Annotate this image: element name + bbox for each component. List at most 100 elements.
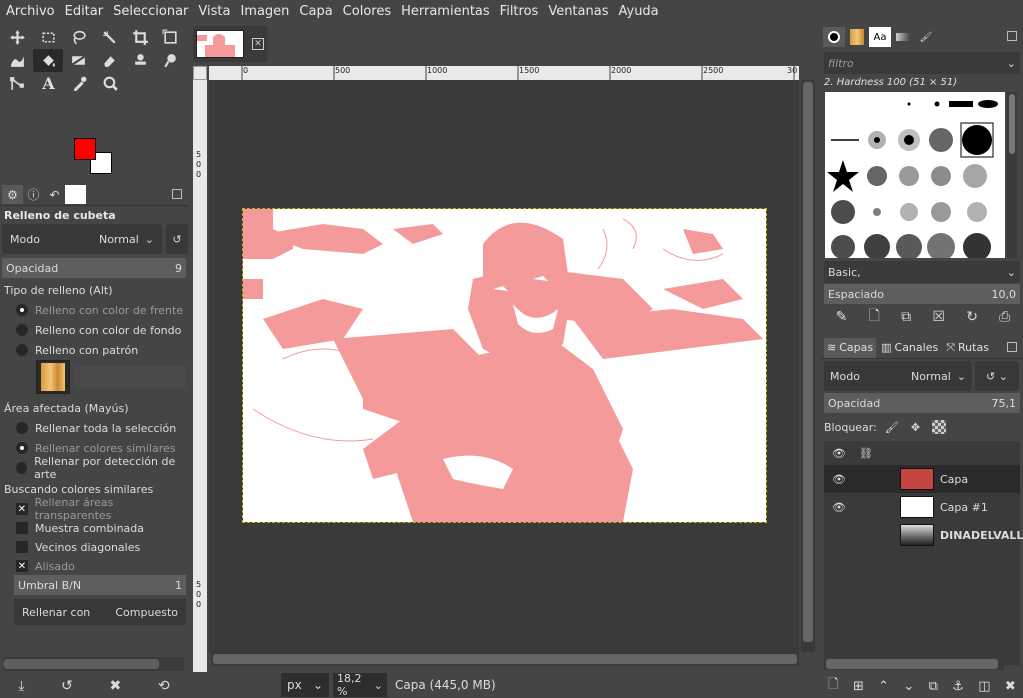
text-tool-icon[interactable]: A: [33, 72, 64, 95]
mode-dropdown[interactable]: Modo Normal ⌄: [2, 224, 162, 254]
smudge-icon[interactable]: [155, 49, 186, 72]
eye-icon[interactable]: 👁: [824, 501, 854, 514]
menu-archivo[interactable]: Archivo: [6, 4, 55, 19]
layer-row[interactable]: 👁 Capa #1: [824, 493, 1020, 521]
tab-layers[interactable]: ≋ Capas: [824, 337, 877, 358]
area-line-art-radio[interactable]: Rellenar por detección de arte: [16, 455, 188, 481]
edit-brush-icon[interactable]: ✎: [836, 309, 848, 325]
menu-editar[interactable]: Editar: [65, 4, 104, 19]
restore-options-icon[interactable]: ↺: [61, 678, 73, 694]
duplicate-brush-icon[interactable]: ⧉: [901, 309, 911, 325]
gradient-icon[interactable]: [63, 49, 94, 72]
opacity-slider[interactable]: Opacidad 9: [2, 258, 186, 278]
eraser-icon[interactable]: [94, 49, 125, 72]
patterns-tab-icon[interactable]: [846, 27, 868, 47]
layer-row[interactable]: DINADELVALLE.j: [824, 521, 1023, 549]
open-as-image-icon[interactable]: ⎙: [999, 309, 1010, 325]
undo-history-tab-icon[interactable]: ↶: [44, 185, 65, 204]
device-status-tab-icon[interactable]: ⓘ: [23, 185, 44, 204]
fill-with-dropdown[interactable]: Rellenar con Compuesto: [14, 599, 186, 625]
left-scrollbar[interactable]: [4, 657, 184, 671]
lock-pixels-icon[interactable]: 🖌: [885, 421, 899, 434]
reset-mode-icon[interactable]: ↺: [166, 224, 188, 254]
image-canvas[interactable]: [242, 208, 767, 523]
foreground-color[interactable]: [74, 138, 96, 160]
menu-filtros[interactable]: Filtros: [500, 4, 539, 19]
menu-colores[interactable]: Colores: [343, 4, 391, 19]
tab-channels[interactable]: ▥ Canales: [878, 338, 941, 358]
new-layer-icon[interactable]: 🗋: [828, 675, 838, 697]
zoom-dropdown[interactable]: 18,2 % ⌄: [333, 672, 387, 698]
horizontal-scrollbar[interactable]: [211, 652, 799, 666]
close-icon[interactable]: ✕: [252, 38, 264, 50]
menu-seleccionar[interactable]: Seleccionar: [113, 4, 188, 19]
tool-options-tab-icon[interactable]: ⚙: [2, 185, 23, 204]
dock-menu-icon[interactable]: [172, 189, 182, 199]
spacing-slider[interactable]: Espaciado 10,0: [824, 284, 1020, 304]
scroll-thumb[interactable]: [4, 659, 159, 669]
layers-scrollbar[interactable]: [824, 658, 1004, 670]
zoom-icon[interactable]: [95, 72, 126, 95]
unit-dropdown[interactable]: px ⌄: [281, 673, 329, 697]
image-tab[interactable]: ✕: [193, 26, 267, 62]
fonts-tab-icon[interactable]: Aa: [869, 27, 891, 47]
dock-menu-icon[interactable]: [1007, 342, 1017, 352]
lock-alpha-icon[interactable]: [932, 420, 947, 434]
pattern-name-field[interactable]: [74, 366, 186, 388]
gradients-tab-icon[interactable]: [892, 27, 914, 47]
fuzzy-select-icon[interactable]: [94, 26, 125, 49]
lock-position-icon[interactable]: ✥: [911, 421, 920, 434]
menu-capa[interactable]: Capa: [299, 4, 332, 19]
crop-icon[interactable]: [125, 26, 156, 49]
paintbrush-tab-icon[interactable]: 🖌: [915, 27, 937, 47]
ruler-corner-icon[interactable]: [193, 66, 207, 80]
tab-paths[interactable]: ⤧ Rutas: [943, 338, 992, 358]
clone-icon[interactable]: [125, 49, 156, 72]
brush-filter-input[interactable]: filtro ⌄: [824, 52, 1020, 74]
fill-transparent-check[interactable]: ✕ Rellenar áreas transparentes: [16, 496, 188, 522]
images-tab-icon[interactable]: [65, 185, 86, 204]
brush-scrollbar[interactable]: [1007, 92, 1017, 258]
bucket-fill-icon[interactable]: [32, 49, 64, 72]
vertical-ruler[interactable]: 5 0 0 5 0 0: [193, 80, 207, 672]
visibility-header-icon[interactable]: 👁: [824, 447, 854, 460]
refresh-brushes-icon[interactable]: ↻: [966, 309, 978, 325]
eye-icon[interactable]: 👁: [824, 473, 854, 486]
layer-opacity-slider[interactable]: Opacidad 75,1: [824, 393, 1020, 413]
scroll-thumb[interactable]: [826, 659, 998, 669]
menu-ayuda[interactable]: Ayuda: [618, 4, 658, 19]
layer-composite-button[interactable]: ↺ ⌄: [975, 361, 1019, 391]
delete-layer-icon[interactable]: ✖: [1005, 679, 1016, 694]
delete-brush-icon[interactable]: ☒: [932, 309, 945, 325]
raise-layer-icon[interactable]: ⌃: [878, 679, 889, 694]
move-tool-icon[interactable]: [2, 26, 33, 49]
new-layer-group-icon[interactable]: ⊞: [853, 679, 864, 694]
lasso-icon[interactable]: [63, 26, 94, 49]
antialias-check[interactable]: ✕ Alisado: [16, 557, 75, 575]
duplicate-layer-icon[interactable]: ⧉: [929, 679, 938, 694]
dock-menu-icon[interactable]: [1007, 31, 1017, 41]
rect-select-icon[interactable]: [33, 26, 64, 49]
menu-imagen[interactable]: Imagen: [240, 4, 289, 19]
fill-fg-radio[interactable]: Relleno con color de frente: [16, 301, 183, 319]
diagonal-neighbors-check[interactable]: Vecinos diagonales: [16, 538, 140, 556]
scroll-thumb[interactable]: [213, 654, 797, 664]
brush-set-dropdown[interactable]: Basic, ⌄: [824, 261, 1020, 283]
brushes-tab-icon[interactable]: [823, 27, 845, 47]
layer-row[interactable]: 👁 Capa: [824, 465, 1020, 493]
pattern-picker[interactable]: [36, 360, 70, 394]
area-selection-radio[interactable]: Rellenar toda la selección: [16, 419, 176, 437]
transform-icon[interactable]: [155, 26, 186, 49]
scroll-thumb[interactable]: [1009, 94, 1015, 154]
reset-options-icon[interactable]: ⟲: [158, 678, 170, 694]
fill-bg-radio[interactable]: Relleno con color de fondo: [16, 321, 181, 339]
anchor-layer-icon[interactable]: ⚓: [952, 679, 964, 694]
save-options-icon[interactable]: ⤓: [18, 678, 24, 694]
menu-ventanas[interactable]: Ventanas: [548, 4, 608, 19]
mask-layer-icon[interactable]: ◫: [978, 679, 990, 694]
new-brush-icon[interactable]: 🗋: [869, 305, 880, 329]
chain-header-icon[interactable]: ⛓: [854, 447, 878, 460]
warp-icon[interactable]: [2, 49, 33, 72]
sample-merged-check[interactable]: Muestra combinada: [16, 519, 144, 537]
delete-options-icon[interactable]: ✖: [110, 678, 122, 694]
